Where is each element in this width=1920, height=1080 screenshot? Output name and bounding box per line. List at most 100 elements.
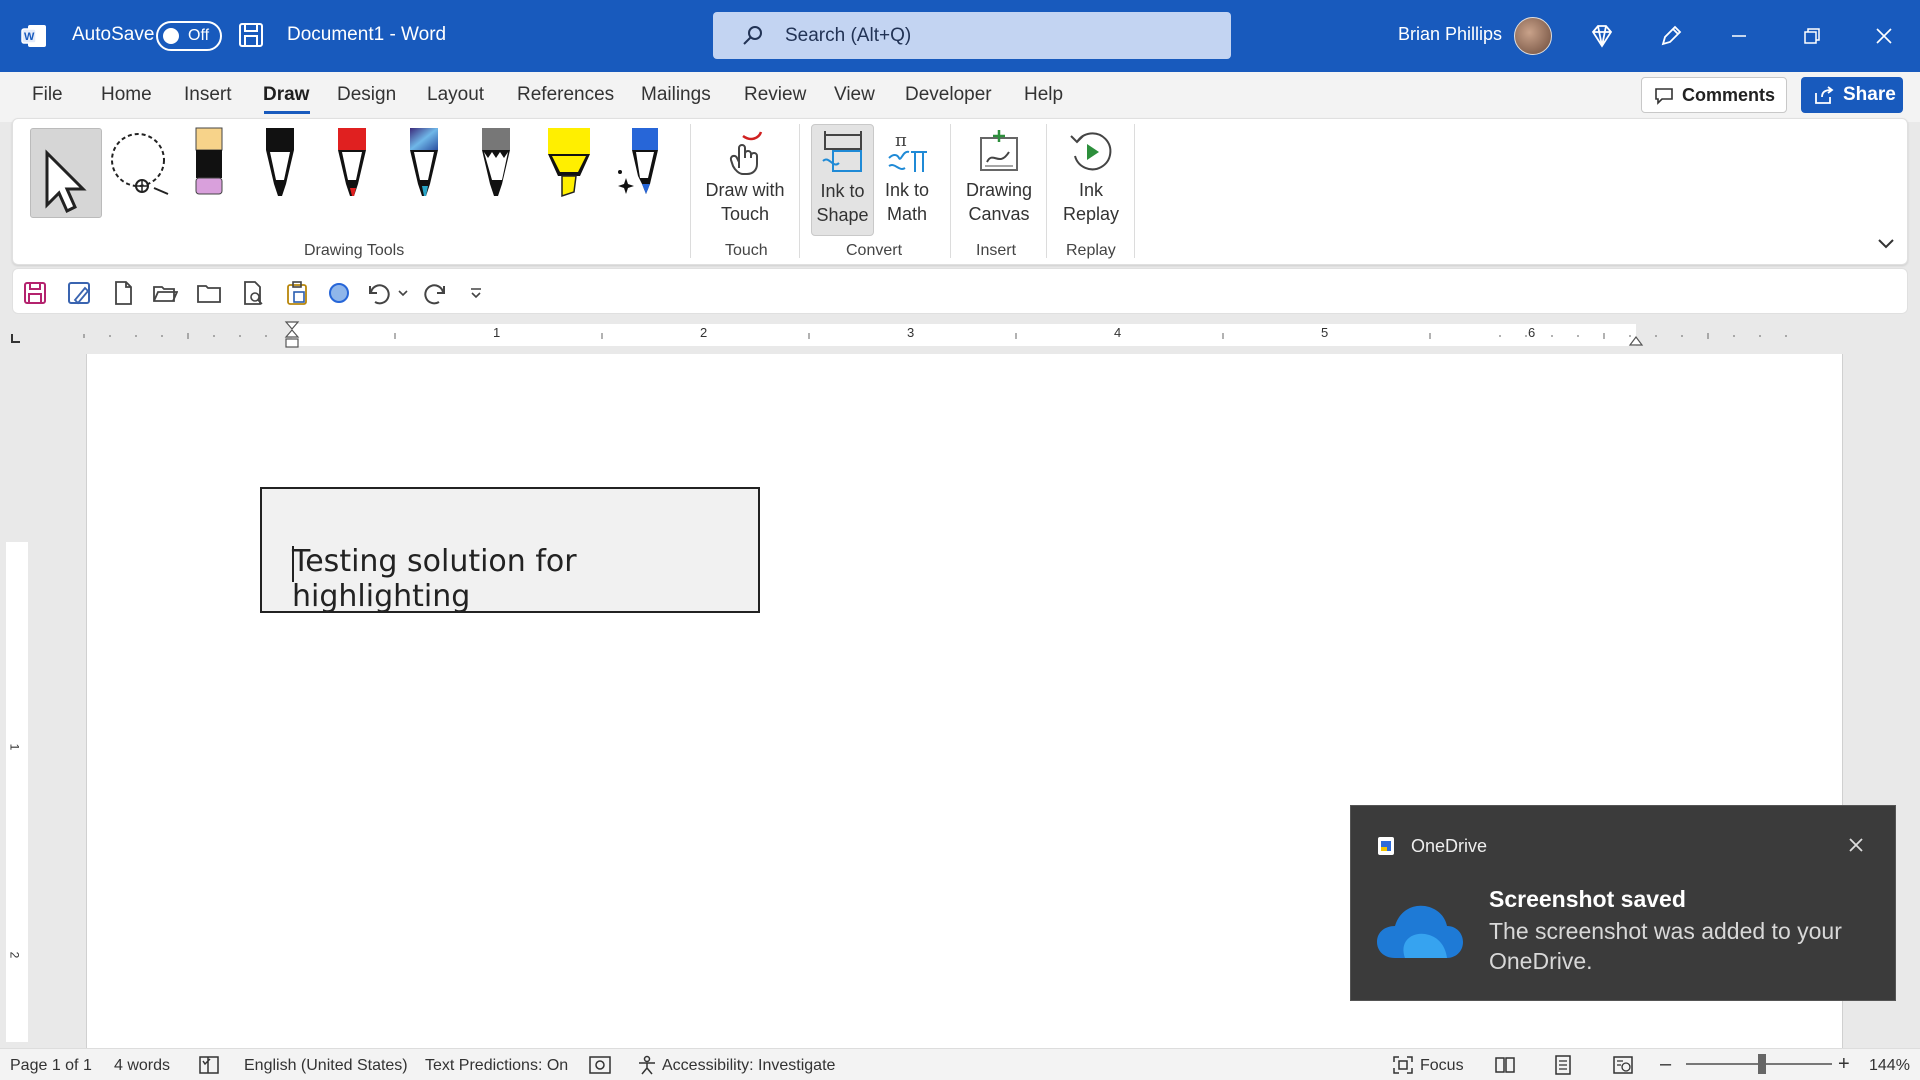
tab-home[interactable]: Home — [101, 84, 152, 106]
tab-selector-icon[interactable] — [10, 332, 22, 344]
highlighter-icon — [548, 128, 590, 198]
onedrive-notification[interactable]: OneDrive Screenshot saved The screenshot… — [1350, 805, 1896, 1001]
pencil-icon — [482, 128, 510, 196]
notification-body: The screenshot was added to your OneDriv… — [1489, 918, 1842, 974]
red-pen-icon — [338, 128, 366, 196]
drawing-canvas-button[interactable]: Drawing Canvas — [956, 124, 1042, 234]
zoom-out-icon[interactable]: – — [1660, 1053, 1671, 1076]
undo-dropdown-icon[interactable] — [396, 280, 410, 306]
select-tool[interactable] — [30, 128, 102, 218]
pen-icon[interactable] — [1655, 20, 1687, 52]
web-layout-icon[interactable] — [1612, 1055, 1634, 1075]
draw-with-touch-button[interactable]: Draw with Touch — [700, 124, 790, 234]
avatar[interactable] — [1514, 17, 1552, 55]
autosave-label: AutoSave — [72, 24, 155, 45]
print-layout-icon[interactable] — [1552, 1054, 1574, 1076]
open-folder-icon[interactable] — [152, 280, 178, 306]
tab-mailings[interactable]: Mailings — [641, 84, 711, 106]
folder-icon[interactable] — [196, 280, 222, 306]
tab-view[interactable]: View — [834, 84, 875, 106]
vertical-ruler-number: 2 — [7, 951, 22, 959]
pen-galaxy-tool[interactable] — [404, 126, 462, 206]
tab-review[interactable]: Review — [744, 84, 806, 106]
collapse-ribbon-icon[interactable] — [1876, 236, 1896, 252]
circle-shape-icon[interactable] — [326, 280, 352, 306]
indent-marker-icon[interactable] — [284, 320, 300, 352]
tab-developer[interactable]: Developer — [905, 84, 992, 106]
user-name[interactable]: Brian Phillips — [1398, 24, 1502, 45]
group-label-insert: Insert — [976, 242, 1017, 259]
pen-black-tool[interactable] — [260, 126, 318, 206]
drawing-canvas-line1: Drawing — [965, 180, 1033, 200]
paste-icon[interactable] — [284, 280, 310, 306]
status-bar: Page 1 of 1 4 words English (United Stat… — [0, 1048, 1920, 1080]
ink-to-shape-line1: Ink to — [820, 181, 865, 201]
customize-toolbar-icon[interactable] — [468, 280, 484, 306]
diamond-icon[interactable] — [1586, 20, 1618, 52]
eraser-tool[interactable] — [186, 126, 244, 206]
focus-icon[interactable] — [1392, 1055, 1414, 1075]
redo-icon[interactable] — [422, 280, 448, 306]
search-icon — [743, 26, 762, 45]
zoom-slider-thumb[interactable] — [1758, 1054, 1766, 1074]
focus-mode[interactable]: Focus — [1420, 1057, 1464, 1075]
text-predictions-status[interactable]: Text Predictions: On — [425, 1057, 568, 1075]
autosave-toggle[interactable]: Off — [156, 21, 222, 51]
tab-file[interactable]: File — [32, 84, 63, 106]
page-count[interactable]: Page 1 of 1 — [10, 1057, 92, 1075]
print-preview-icon[interactable] — [240, 280, 266, 306]
onedrive-app-icon — [1378, 837, 1394, 855]
highlighter-tool[interactable] — [546, 126, 604, 206]
language-status[interactable]: English (United States) — [244, 1057, 408, 1075]
minimize-icon[interactable] — [1723, 20, 1755, 52]
accessibility-icon[interactable] — [636, 1055, 658, 1075]
toggle-knob — [163, 28, 179, 44]
pencil-tool[interactable] — [476, 126, 534, 206]
ink-to-math-button[interactable]: π Ink to Math — [876, 124, 938, 234]
new-document-icon[interactable] — [110, 280, 136, 306]
ink-to-math-line1: Ink to — [884, 180, 930, 200]
ink-to-shape-icon — [821, 131, 862, 172]
ink-to-shape-button[interactable]: Ink to Shape — [811, 124, 874, 236]
lasso-tool[interactable] — [106, 126, 169, 206]
zoom-in-icon[interactable]: + — [1838, 1053, 1850, 1076]
text-cursor — [292, 546, 294, 582]
text-box[interactable]: Testing solution for highlighting — [260, 487, 760, 614]
tab-references[interactable]: References — [517, 84, 614, 106]
right-indent-marker-icon[interactable] — [1628, 332, 1644, 348]
ink-to-shape-line2: Shape — [816, 205, 869, 225]
drawing-canvas-line2: Canvas — [968, 204, 1030, 224]
tab-help[interactable]: Help — [1024, 84, 1063, 106]
search-box[interactable]: Search (Alt+Q) — [713, 12, 1231, 59]
group-label-convert: Convert — [846, 242, 903, 259]
share-button[interactable]: Share — [1801, 77, 1903, 113]
close-icon[interactable] — [1845, 834, 1867, 856]
save-as-icon[interactable] — [66, 280, 92, 306]
comments-button[interactable]: Comments — [1641, 77, 1787, 113]
word-app-icon[interactable]: W — [20, 22, 48, 50]
read-mode-icon[interactable] — [1494, 1055, 1516, 1075]
tab-design[interactable]: Design — [337, 84, 396, 106]
ink-replay-button[interactable]: Ink Replay — [1054, 124, 1128, 234]
save-icon[interactable] — [22, 280, 48, 306]
proofing-icon[interactable] — [198, 1055, 220, 1075]
ink-replay-line2: Replay — [1062, 204, 1120, 224]
draw-with-touch-line2: Touch — [720, 204, 770, 224]
restore-icon[interactable] — [1796, 20, 1828, 52]
close-icon[interactable] — [1868, 20, 1900, 52]
pointer-icon — [45, 149, 87, 214]
text-box-content[interactable]: Testing solution for highlighting — [292, 544, 758, 614]
action-pen-tool[interactable] — [616, 126, 674, 206]
macro-icon[interactable] — [588, 1055, 612, 1075]
accessibility-status[interactable]: Accessibility: Investigate — [662, 1057, 835, 1075]
autosave-state: Off — [188, 27, 210, 44]
save-icon[interactable] — [238, 22, 264, 48]
eraser-icon — [195, 127, 223, 195]
pen-red-tool[interactable] — [332, 126, 390, 206]
tab-draw[interactable]: Draw — [263, 84, 309, 106]
tab-layout[interactable]: Layout — [427, 84, 484, 106]
tab-insert[interactable]: Insert — [184, 84, 232, 106]
undo-icon[interactable] — [366, 280, 392, 306]
zoom-level[interactable]: 144% — [1869, 1057, 1910, 1075]
word-count[interactable]: 4 words — [114, 1057, 170, 1075]
